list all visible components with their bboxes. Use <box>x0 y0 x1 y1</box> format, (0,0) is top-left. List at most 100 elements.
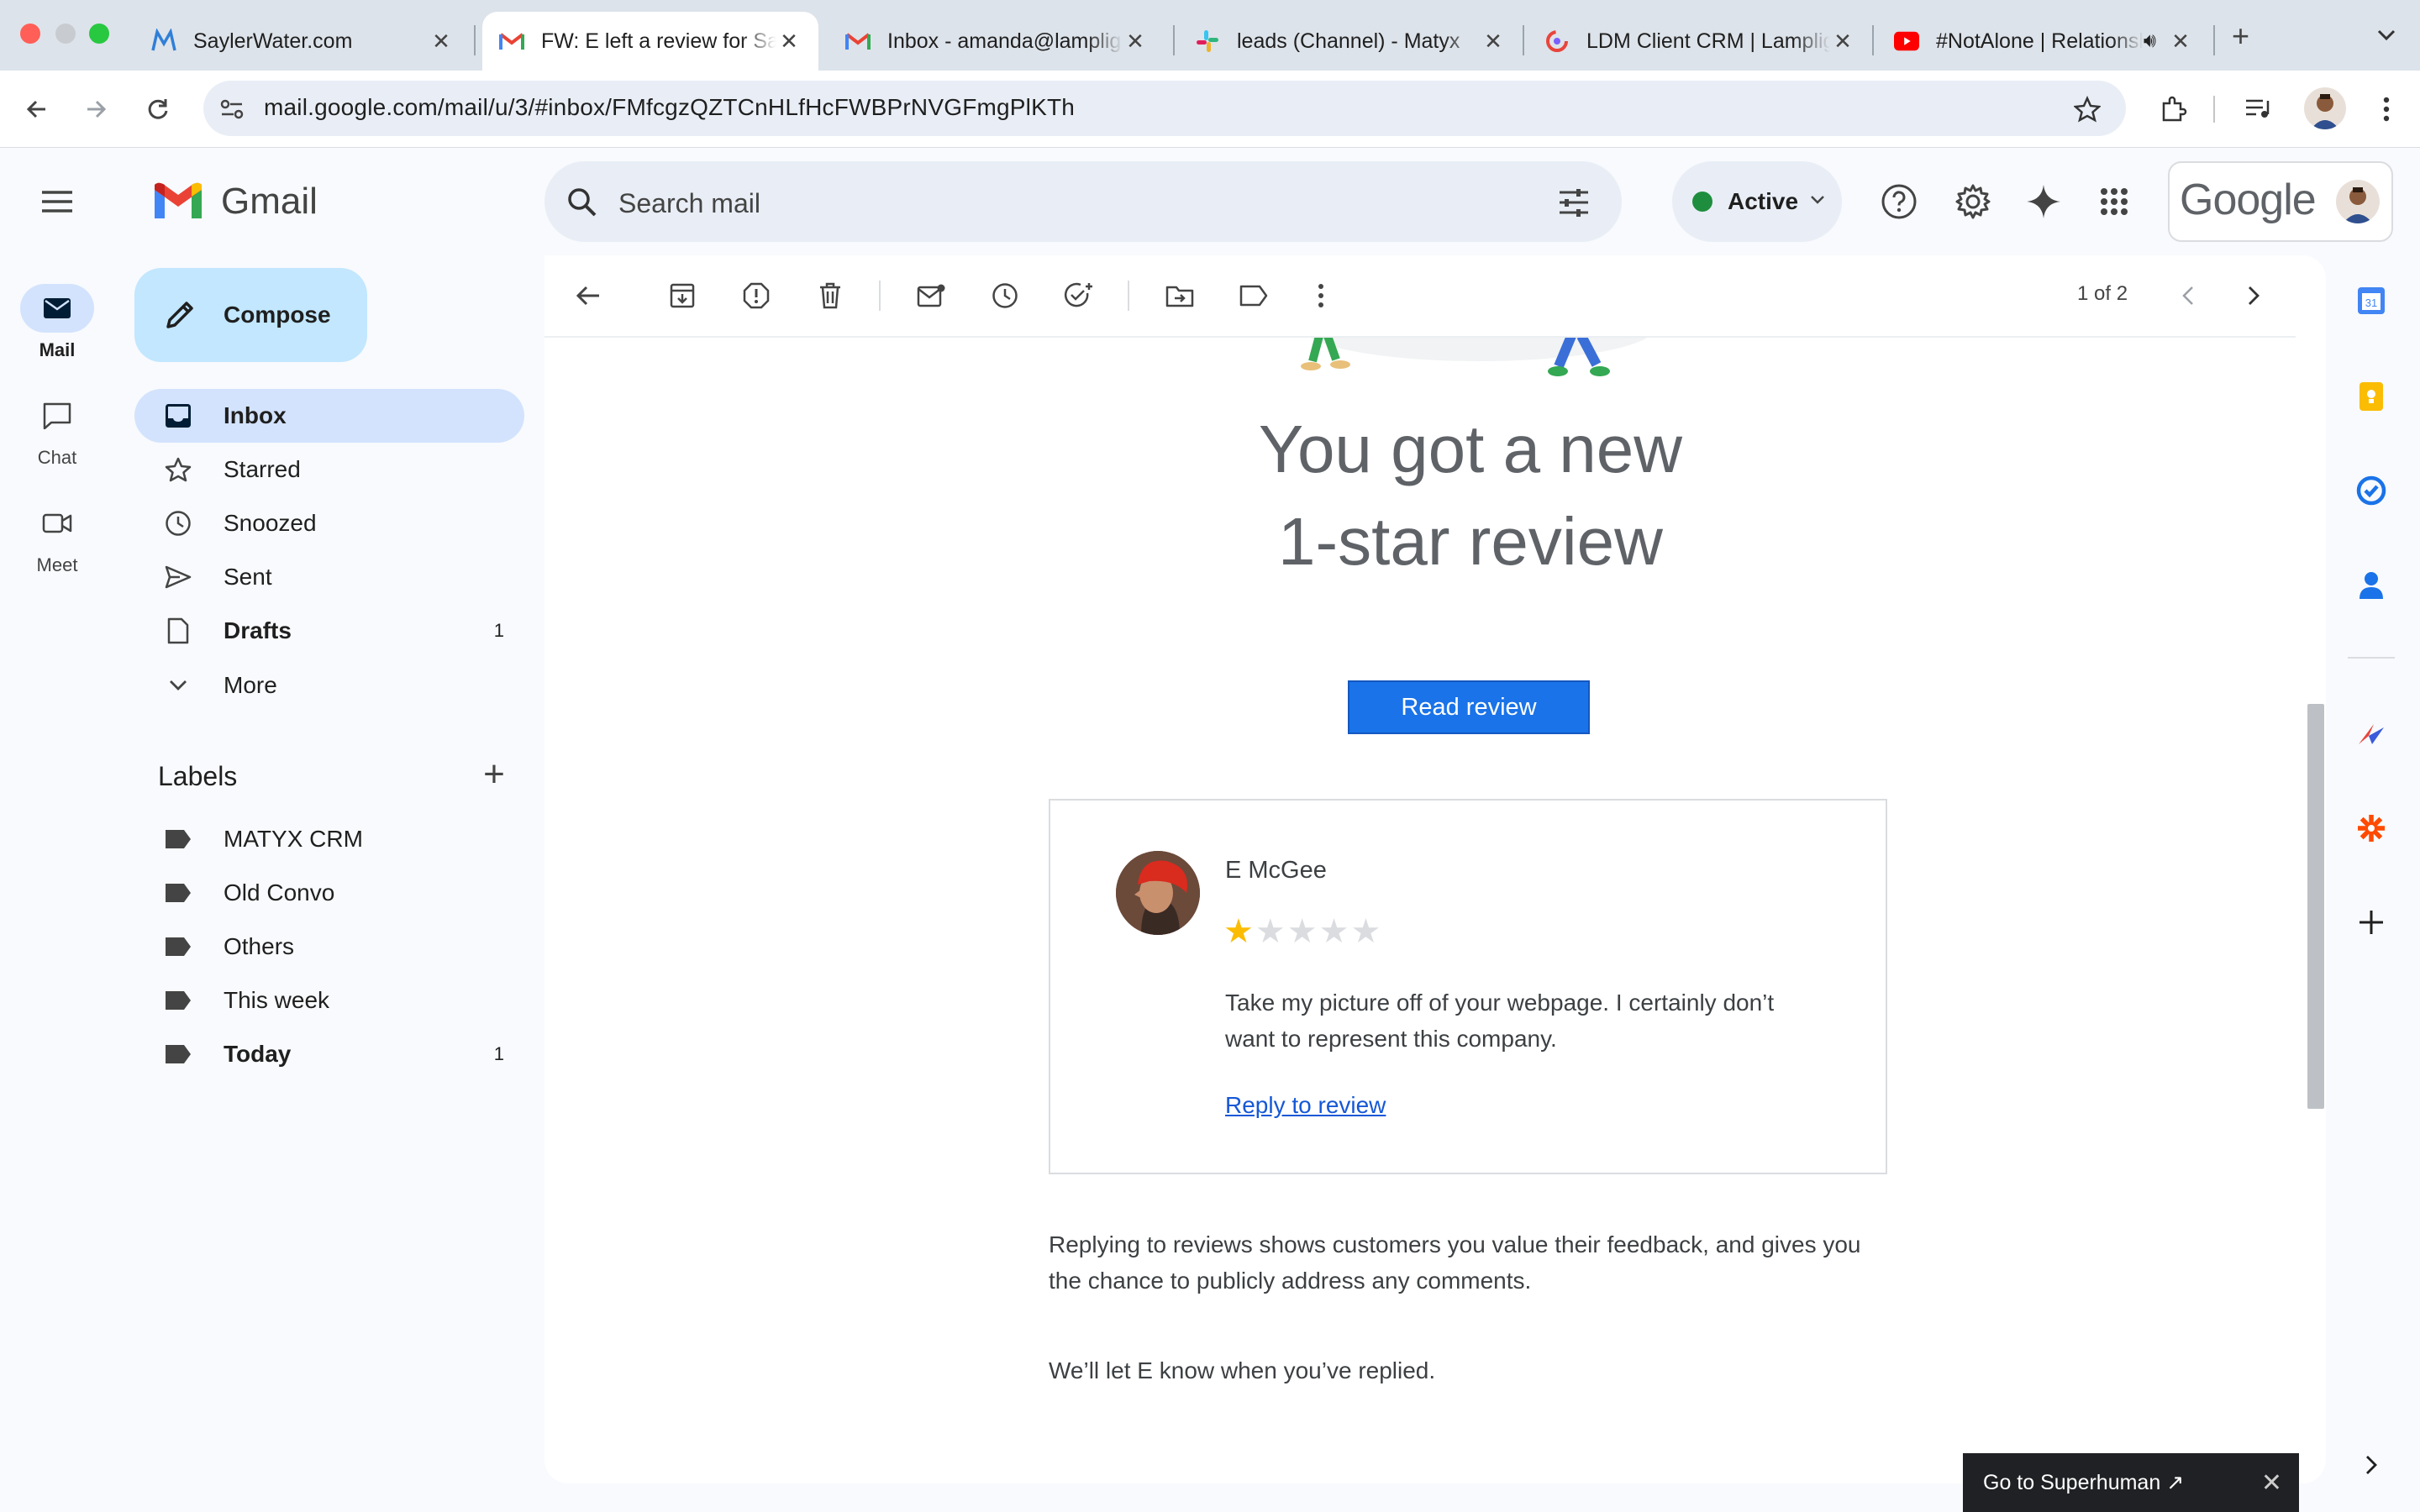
status-chip[interactable]: Active <box>1672 161 1842 242</box>
search-icon[interactable] <box>563 183 602 222</box>
sidebar-item-drafts[interactable]: Drafts 1 <box>134 604 524 658</box>
mail-envelope-icon <box>20 284 94 333</box>
browser-tab[interactable]: leads (Channel) - Matyx ✕ <box>1178 12 1523 71</box>
forward-arrow-icon[interactable] <box>77 91 114 128</box>
snooze-clock-icon[interactable] <box>986 277 1023 314</box>
google-apps-grid-icon[interactable] <box>2091 178 2138 225</box>
label-item[interactable]: Others <box>134 920 524 974</box>
newer-chevron-left-icon[interactable] <box>2170 277 2207 314</box>
reply-to-review-link[interactable]: Reply to review <box>1225 1092 1386 1119</box>
sidebar-item-inbox[interactable]: Inbox <box>134 389 524 443</box>
google-contacts-icon[interactable] <box>2353 566 2390 603</box>
get-addons-plus-icon[interactable] <box>2353 904 2390 941</box>
browser-tab[interactable]: LDM Client CRM | Lamplighter ✕ <box>1528 12 1872 71</box>
close-tab-icon[interactable]: ✕ <box>1830 29 1855 55</box>
email-headline: You got a new 1-star review <box>1176 403 1765 588</box>
browser-profile-avatar[interactable] <box>2304 87 2346 129</box>
site-info-icon[interactable] <box>215 92 249 126</box>
report-spam-icon[interactable] <box>738 277 775 314</box>
sidebar-item-label: More <box>224 672 277 698</box>
close-tab-icon[interactable]: ✕ <box>2168 29 2193 55</box>
settings-gear-icon[interactable] <box>1949 178 1996 225</box>
maximize-window-button[interactable] <box>89 24 109 44</box>
label-tag-icon <box>161 990 195 1011</box>
tab-title: leads (Channel) - Matyx <box>1237 29 1460 53</box>
url-text[interactable]: mail.google.com/mail/u/3/#inbox/FMfcgzQZ… <box>264 94 1075 121</box>
back-to-inbox-arrow-icon[interactable] <box>570 277 607 314</box>
expand-side-panel-chevron-icon[interactable] <box>2353 1446 2390 1483</box>
mark-unread-icon[interactable] <box>913 277 950 314</box>
label-tag-icon[interactable] <box>1235 277 1272 314</box>
gmail-wordmark[interactable]: Gmail <box>221 181 318 223</box>
google-keep-icon[interactable] <box>2353 378 2390 415</box>
main-menu-hamburger-icon[interactable] <box>39 185 76 218</box>
tab-search-chevron-icon[interactable] <box>2368 17 2405 54</box>
label-item[interactable]: MATYX CRM <box>134 812 524 866</box>
sidebar-item-label: Sent <box>224 564 272 590</box>
reviewer-name: E McGee <box>1225 857 1327 884</box>
browser-tab[interactable]: #NotAlone | Relationship 🔊︎ ✕ <box>1877 12 2210 71</box>
move-to-folder-icon[interactable] <box>1161 277 1198 314</box>
tab-separator <box>1173 25 1175 55</box>
minimize-window-button[interactable] <box>55 24 76 44</box>
rail-label: Meet <box>36 554 78 575</box>
speaker-icon[interactable]: 🔊︎ <box>2144 29 2156 53</box>
media-control-icon[interactable] <box>2240 91 2277 128</box>
close-tab-icon[interactable]: ✕ <box>1481 29 1506 55</box>
toast-text[interactable]: Go to Superhuman ↗ <box>1983 1470 2184 1495</box>
add-label-plus-icon[interactable]: + <box>476 753 513 795</box>
read-review-button[interactable]: Read review <box>1348 680 1590 734</box>
label-item[interactable]: This week <box>134 974 524 1027</box>
close-window-button[interactable] <box>20 24 40 44</box>
search-options-icon[interactable] <box>1555 183 1593 222</box>
gemini-sparkle-icon[interactable] <box>2020 178 2067 225</box>
browser-tab[interactable]: Inbox - amanda@lamplighter ✕ <box>829 12 1165 71</box>
label-tag-icon <box>161 829 195 849</box>
sidebar-item-snoozed[interactable]: Snoozed <box>134 496 524 550</box>
more-vertical-icon[interactable] <box>1302 277 1339 314</box>
reload-icon[interactable] <box>139 91 176 128</box>
delete-trash-icon[interactable] <box>812 277 849 314</box>
add-to-tasks-icon[interactable] <box>1060 277 1097 314</box>
sidebar-item-starred[interactable]: Starred <box>134 443 524 496</box>
toolbar-separator <box>879 281 881 311</box>
compose-button[interactable]: Compose <box>134 268 367 362</box>
close-tab-icon[interactable]: ✕ <box>1123 29 1148 55</box>
headline-line: 1-star review <box>1278 504 1663 579</box>
archive-icon[interactable] <box>664 277 701 314</box>
browser-tab-active[interactable]: FW: E left a review for Sayler ✕ <box>482 12 818 71</box>
google-tasks-icon[interactable] <box>2353 472 2390 509</box>
pencil-icon <box>163 298 197 332</box>
send-icon <box>161 565 195 589</box>
rail-item-chat[interactable]: Chat <box>0 391 114 469</box>
browser-tab[interactable]: SaylerWater.com ✕ <box>134 12 471 71</box>
superhuman-toast[interactable]: Go to Superhuman ↗ ✕ <box>1963 1453 2299 1512</box>
scrollbar-thumb[interactable] <box>2307 704 2324 1109</box>
crm-icon <box>1544 29 1570 54</box>
new-tab-icon[interactable]: + <box>2232 18 2249 54</box>
account-avatar[interactable] <box>2336 180 2380 223</box>
sidebar-item-sent[interactable]: Sent <box>134 550 524 604</box>
sidebar-item-more[interactable]: More <box>134 659 524 712</box>
older-chevron-right-icon[interactable] <box>2235 277 2272 314</box>
label-item[interactable]: Old Convo <box>134 866 524 920</box>
sidebar-item-label: Inbox <box>224 402 287 428</box>
help-icon[interactable] <box>1876 178 1923 225</box>
label-name: Old Convo <box>224 879 335 906</box>
rail-item-mail[interactable]: Mail <box>0 284 114 361</box>
extensions-puzzle-icon[interactable] <box>2154 91 2191 128</box>
back-arrow-icon[interactable] <box>18 91 55 128</box>
close-tab-icon[interactable]: ✕ <box>429 29 454 55</box>
superhuman-addon-icon[interactable] <box>2353 716 2390 753</box>
browser-menu-icon[interactable] <box>2368 91 2405 128</box>
gmail-logo-icon[interactable] <box>151 180 205 222</box>
search-input[interactable]: Search mail <box>618 188 760 219</box>
zapier-addon-icon[interactable] <box>2353 810 2390 847</box>
google-calendar-icon[interactable]: 31 <box>2353 282 2390 319</box>
active-status-dot-icon <box>1692 192 1712 212</box>
close-icon[interactable]: ✕ <box>2261 1468 2282 1498</box>
rail-item-meet[interactable]: Meet <box>0 499 114 576</box>
label-item[interactable]: Today 1 <box>134 1027 524 1081</box>
bookmark-star-icon[interactable] <box>2069 91 2106 128</box>
close-tab-icon[interactable]: ✕ <box>776 29 802 55</box>
